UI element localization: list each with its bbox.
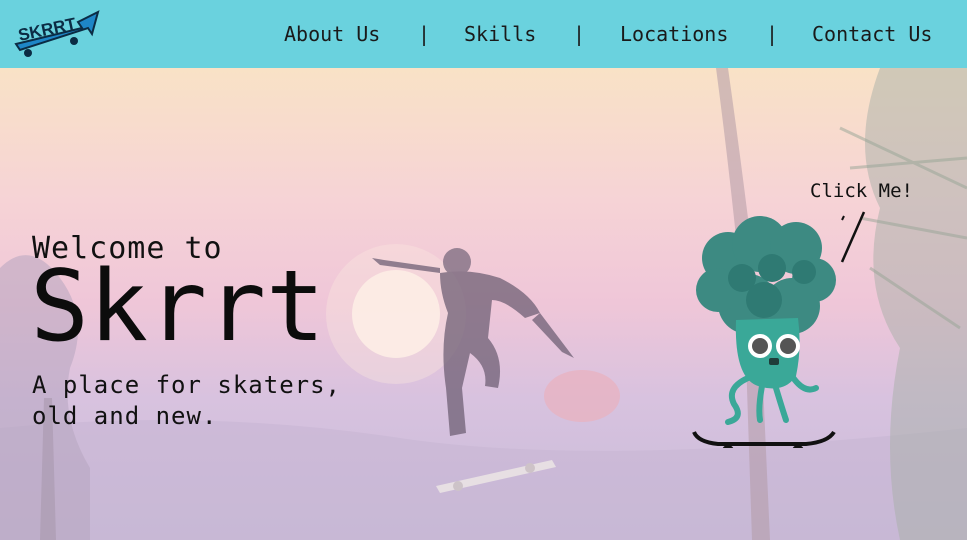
nav-contact-us[interactable]: Contact Us xyxy=(812,22,932,46)
broccoli-mascot-icon[interactable] xyxy=(688,208,848,448)
hero-tagline: A place for skaters, old and new. xyxy=(32,371,341,430)
hero-banner: Welcome to Skrrt A place for skaters, ol… xyxy=(0,68,967,540)
site-header: SKRRT About Us | Skills | Locations | Co… xyxy=(0,0,967,68)
nav-locations[interactable]: Locations xyxy=(620,22,728,46)
click-me-prompt[interactable]: Click Me! xyxy=(810,180,913,202)
nav-about-us[interactable]: About Us xyxy=(284,22,380,46)
nav-separator: | xyxy=(573,22,586,46)
click-me-pointer-line xyxy=(840,211,866,263)
nav-skills[interactable]: Skills xyxy=(464,22,536,46)
nav-separator: | xyxy=(766,22,779,46)
main-nav: About Us | Skills | Locations | Contact … xyxy=(0,0,967,68)
brand-title: Skrrt xyxy=(30,250,326,364)
nav-separator: | xyxy=(418,22,431,46)
